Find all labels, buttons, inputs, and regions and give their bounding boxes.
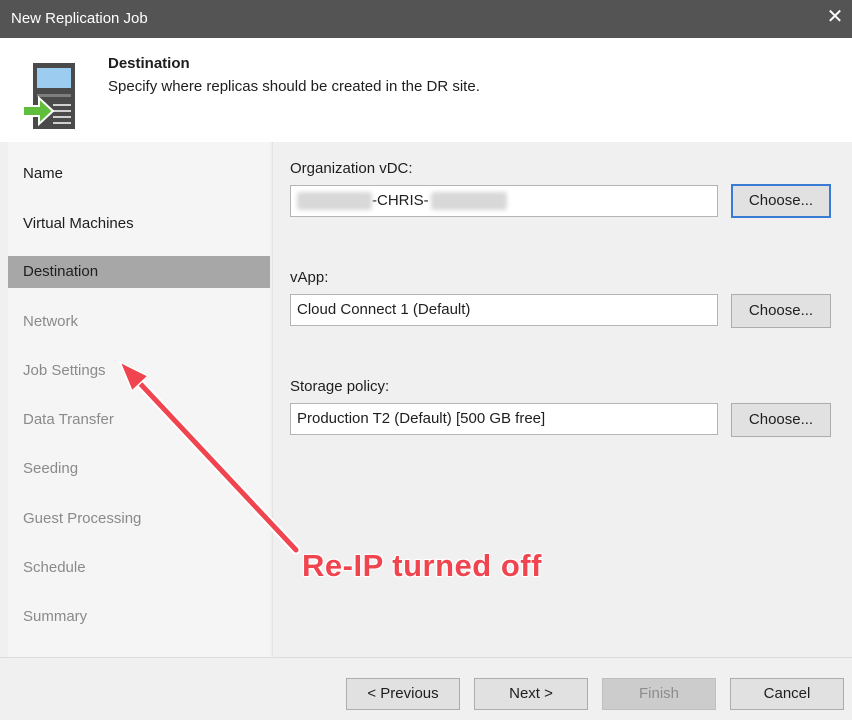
- cancel-button[interactable]: Cancel: [730, 678, 844, 710]
- nav-item-virtual-machines[interactable]: Virtual Machines: [8, 208, 270, 240]
- step-title: Destination: [108, 55, 190, 72]
- vapp-label: vApp:: [290, 269, 329, 286]
- wizard-footer: < Previous Next > Finish Cancel: [0, 657, 852, 720]
- title-bar: New Replication Job ✕: [0, 0, 852, 38]
- org-vdc-value: -CHRIS-: [372, 192, 429, 209]
- org-vdc-choose-button[interactable]: Choose...: [731, 184, 831, 218]
- close-icon[interactable]: ✕: [824, 6, 846, 28]
- storage-policy-field[interactable]: Production T2 (Default) [500 GB free]: [290, 403, 718, 435]
- server-arrow-icon: [23, 63, 75, 129]
- vapp-choose-button[interactable]: Choose...: [731, 294, 831, 328]
- redacted-text: [297, 192, 372, 211]
- nav-item-seeding[interactable]: Seeding: [8, 453, 270, 485]
- wizard-steps-nav: Name Virtual Machines Destination Networ…: [8, 142, 270, 657]
- nav-item-data-transfer[interactable]: Data Transfer: [8, 404, 270, 436]
- step-description: Specify where replicas should be created…: [108, 78, 480, 95]
- wizard-header: Destination Specify where replicas shoul…: [0, 38, 852, 142]
- nav-item-schedule[interactable]: Schedule: [8, 552, 270, 584]
- previous-button[interactable]: < Previous: [346, 678, 460, 710]
- finish-button[interactable]: Finish: [602, 678, 716, 710]
- vapp-field[interactable]: Cloud Connect 1 (Default): [290, 294, 718, 326]
- nav-item-summary[interactable]: Summary: [8, 601, 270, 633]
- nav-item-name[interactable]: Name: [8, 158, 270, 190]
- nav-item-network[interactable]: Network: [8, 306, 270, 338]
- annotation-label: Re-IP turned off: [302, 548, 542, 583]
- storage-policy-choose-button[interactable]: Choose...: [731, 403, 831, 437]
- panel-divider: [272, 142, 273, 657]
- nav-item-job-settings[interactable]: Job Settings: [8, 355, 270, 387]
- vapp-value: Cloud Connect 1 (Default): [297, 301, 471, 318]
- org-vdc-field[interactable]: -CHRIS-: [290, 185, 718, 217]
- org-vdc-label: Organization vDC:: [290, 160, 413, 177]
- nav-item-guest-processing[interactable]: Guest Processing: [8, 503, 270, 535]
- storage-policy-value: Production T2 (Default) [500 GB free]: [297, 410, 546, 427]
- storage-policy-label: Storage policy:: [290, 378, 390, 395]
- window-title: New Replication Job: [11, 10, 148, 27]
- next-button[interactable]: Next >: [474, 678, 588, 710]
- redacted-text: [430, 192, 507, 211]
- nav-item-destination[interactable]: Destination: [8, 256, 270, 288]
